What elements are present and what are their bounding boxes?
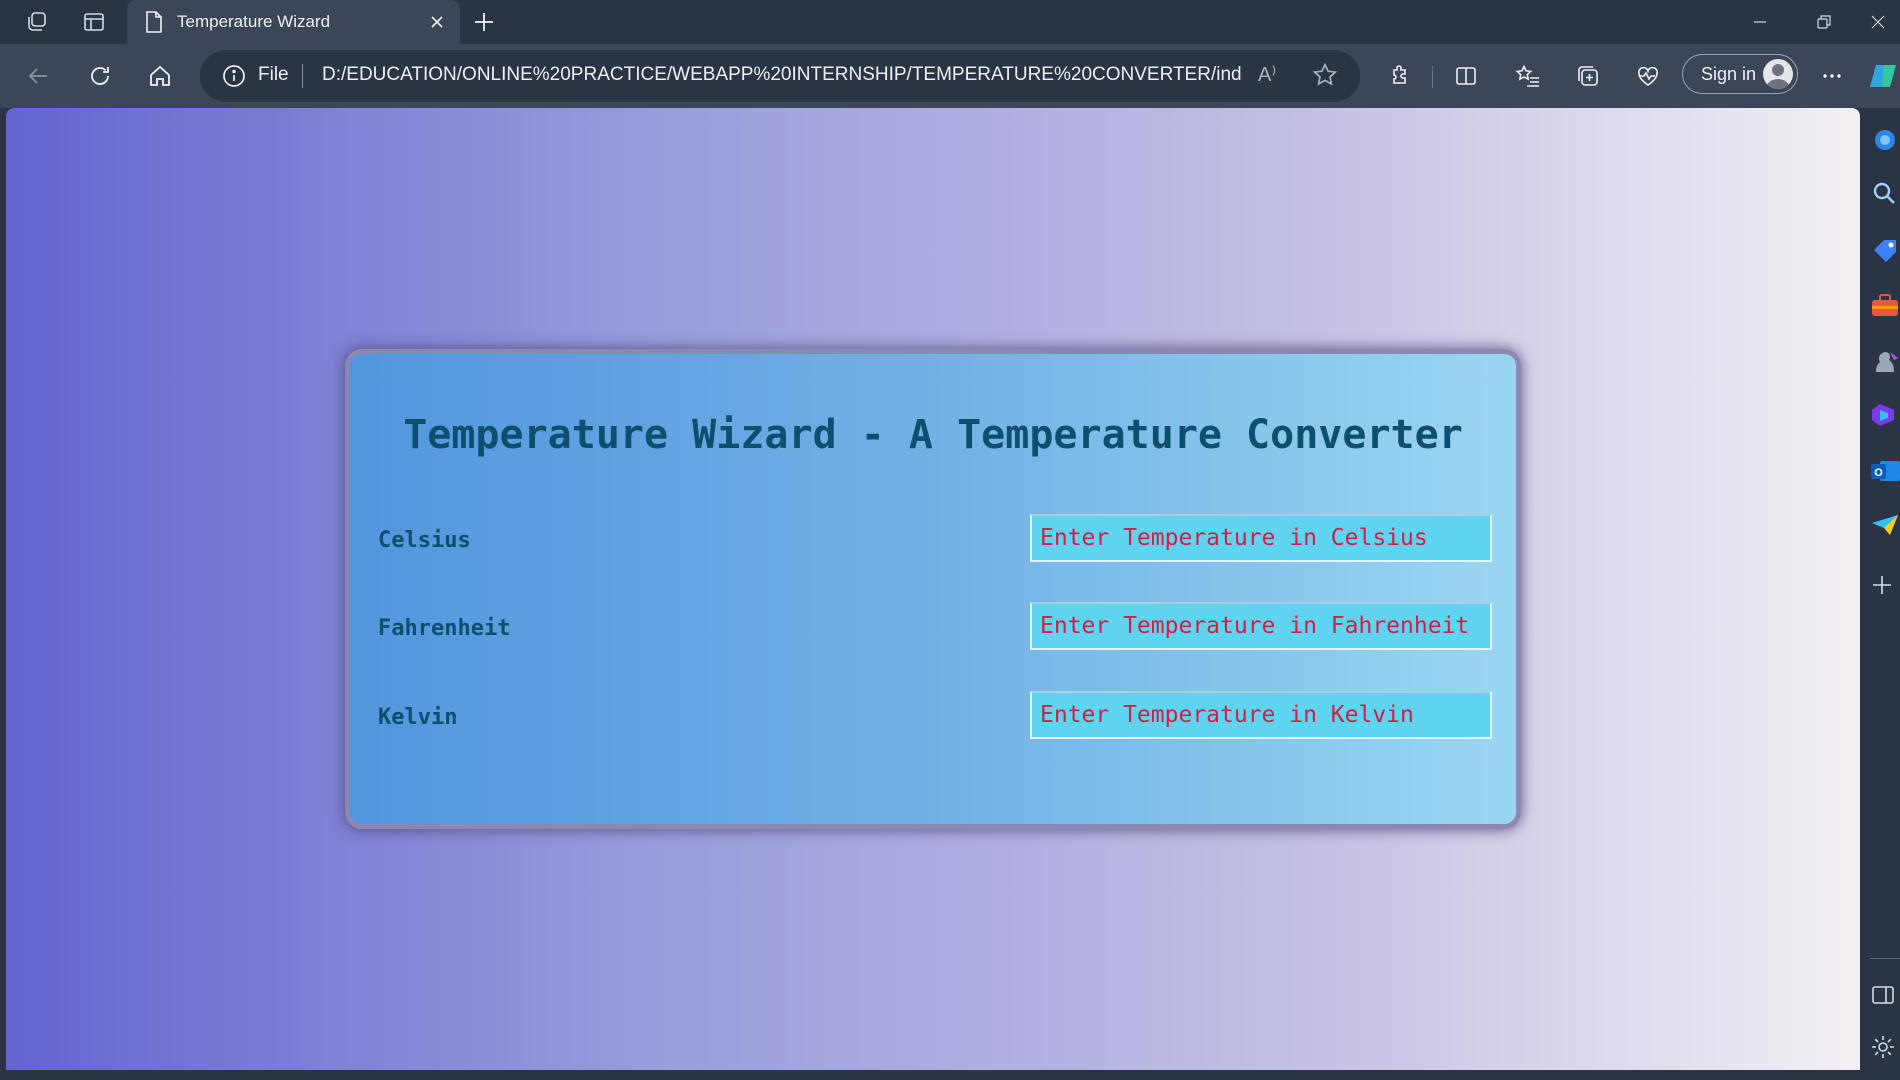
kelvin-input[interactable] [1030, 691, 1492, 739]
avatar-icon [1763, 59, 1793, 89]
toolbar-divider [1432, 66, 1433, 88]
collections-icon[interactable] [1568, 58, 1608, 94]
refresh-icon[interactable] [80, 58, 120, 94]
copilot-icon[interactable] [1866, 58, 1900, 94]
copilot-sidebar-icon[interactable] [1870, 126, 1900, 156]
page-viewport: Temperature Wizard - A Temperature Conve… [6, 108, 1860, 1070]
extensions-icon[interactable] [1380, 58, 1420, 94]
favorite-star-icon[interactable] [1312, 62, 1338, 93]
fahrenheit-input[interactable] [1030, 602, 1492, 650]
minimize-icon[interactable] [1728, 0, 1792, 44]
sidebar-divider [1870, 958, 1900, 959]
info-icon[interactable] [222, 64, 246, 93]
search-icon[interactable] [1870, 178, 1900, 208]
back-icon[interactable] [18, 58, 58, 94]
page-title: Temperature Wizard - A Temperature Conve… [403, 412, 1463, 458]
split-screen-icon[interactable] [1446, 58, 1486, 94]
more-options-icon[interactable] [1812, 58, 1852, 94]
converter-card: Temperature Wizard - A Temperature Conve… [350, 354, 1516, 824]
favorites-icon[interactable] [1508, 58, 1548, 94]
tab-title: Temperature Wizard [177, 12, 331, 31]
read-aloud-icon[interactable]: A⁾ [1258, 62, 1276, 87]
celsius-label: Celsius [378, 528, 471, 553]
window-bottom-edge [0, 1070, 1900, 1080]
sign-in-button[interactable]: Sign in [1682, 54, 1798, 94]
close-window-icon[interactable] [1856, 0, 1900, 44]
sign-in-label: Sign in [1701, 64, 1757, 84]
outlook-icon[interactable]: O [1870, 456, 1900, 486]
fahrenheit-label: Fahrenheit [378, 616, 511, 641]
restore-icon[interactable] [1792, 0, 1856, 44]
svg-text:O: O [1874, 467, 1883, 479]
scheme-label: File [258, 64, 289, 85]
tools-icon[interactable] [1870, 290, 1900, 320]
browser-essentials-icon[interactable] [1628, 58, 1668, 94]
tab-strip: Temperature Wizard [0, 0, 1900, 44]
close-tab-icon[interactable] [425, 10, 449, 34]
office-icon[interactable] [1870, 400, 1900, 430]
settings-icon[interactable] [1870, 1032, 1900, 1062]
celsius-input[interactable] [1030, 514, 1492, 562]
tab-temperature-wizard[interactable]: Temperature Wizard [127, 0, 460, 44]
address-separator [302, 64, 303, 88]
edge-sidebar: O [1860, 108, 1900, 1080]
tab-actions-icon[interactable] [76, 6, 112, 38]
address-bar[interactable]: File D:/EDUCATION/ONLINE%20PRACTICE/WEBA… [200, 50, 1360, 102]
sidebar-toggle-icon[interactable] [1870, 980, 1900, 1010]
browser-toolbar: File D:/EDUCATION/ONLINE%20PRACTICE/WEBA… [0, 44, 1900, 108]
url-text[interactable]: D:/EDUCATION/ONLINE%20PRACTICE/WEBAPP%20… [322, 64, 1242, 86]
new-tab-icon[interactable] [466, 6, 502, 38]
home-icon[interactable] [140, 58, 180, 94]
shopping-icon[interactable] [1870, 236, 1900, 266]
page-icon [145, 11, 163, 38]
games-icon[interactable] [1870, 346, 1900, 376]
drop-icon[interactable] [1870, 510, 1900, 540]
add-icon[interactable] [1870, 570, 1900, 600]
workspaces-icon[interactable] [18, 6, 54, 38]
kelvin-label: Kelvin [378, 705, 458, 730]
